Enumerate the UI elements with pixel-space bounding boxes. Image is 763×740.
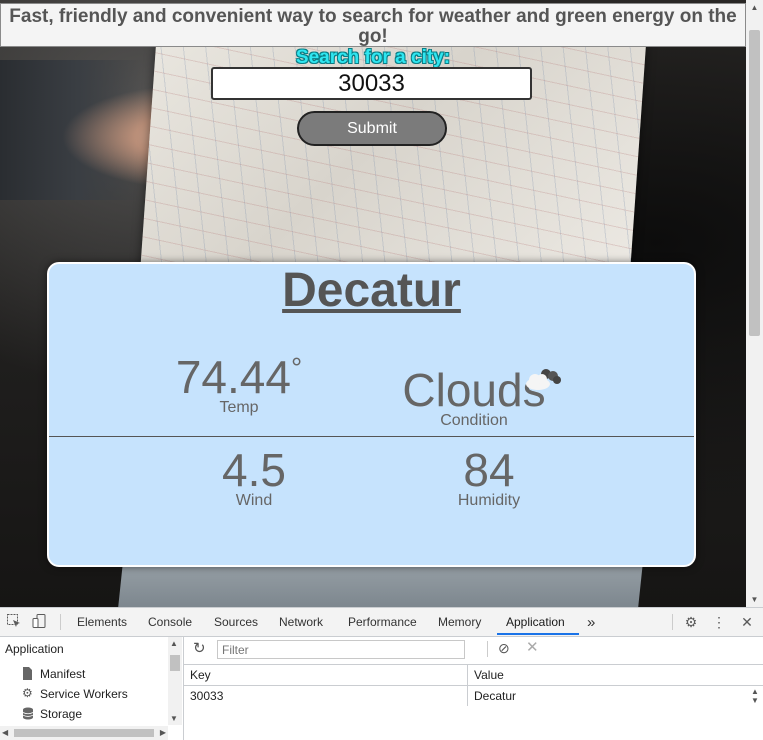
toolbar-separator — [487, 641, 488, 657]
page-viewport: Fast, friendly and convenient way to sea… — [0, 0, 746, 607]
page-header: Fast, friendly and convenient way to sea… — [0, 3, 746, 47]
scroll-left-arrow-icon[interactable]: ◀ — [2, 728, 8, 737]
city-search-input[interactable] — [211, 67, 532, 100]
sidebar-vertical-scrollbar[interactable]: ▲ ▼ — [168, 637, 182, 725]
temp-value: 74.44 — [175, 351, 291, 403]
delete-selected-icon[interactable]: ✕ — [526, 640, 542, 656]
column-header-value[interactable]: Value — [468, 665, 748, 685]
more-tabs-chevron-icon[interactable]: » — [587, 608, 595, 636]
scroll-up-arrow-icon[interactable]: ▲ — [749, 2, 760, 13]
table-scrollbar[interactable]: ▲ ▼ — [748, 687, 762, 713]
tab-console[interactable]: Console — [148, 608, 192, 636]
inspect-element-icon[interactable] — [5, 613, 23, 631]
sidebar-section-header: Application — [5, 642, 64, 656]
sidebar-hscroll-thumb[interactable] — [14, 729, 154, 737]
tab-network[interactable]: Network — [279, 608, 323, 636]
sidebar-horizontal-scrollbar[interactable]: ◀ ▶ — [0, 726, 168, 740]
table-header-row: Key Value — [184, 665, 763, 686]
settings-gear-icon[interactable]: ⚙ — [682, 613, 700, 631]
row-value-cell[interactable]: Decatur — [468, 686, 748, 706]
close-devtools-icon[interactable]: ✕ — [738, 613, 756, 631]
background-photo-map-lower — [116, 560, 644, 607]
page-scroll-thumb[interactable] — [749, 30, 760, 336]
scroll-down-arrow-icon[interactable]: ▼ — [170, 714, 178, 723]
degree-symbol: ° — [290, 352, 303, 383]
sidebar-scroll-thumb[interactable] — [170, 655, 180, 671]
sidebar-item-service-workers[interactable]: ⚙ Service Workers — [22, 687, 128, 702]
refresh-icon[interactable]: ↻ — [193, 641, 209, 657]
header-text: Fast, friendly and convenient way to sea… — [9, 6, 737, 47]
wind-metric: 4.5 Wind — [204, 447, 304, 509]
active-tab-indicator — [497, 633, 579, 635]
tab-performance[interactable]: Performance — [348, 608, 417, 636]
devtools-tabbar: Elements Console Sources Network Perform… — [0, 608, 763, 637]
temp-value-line: 74.44° — [169, 351, 309, 403]
database-icon — [22, 707, 35, 720]
devtools-panel: Elements Console Sources Network Perform… — [0, 607, 763, 740]
application-sidebar: Application Manifest ⚙ Service Workers S… — [0, 637, 184, 740]
sidebar-item-manifest[interactable]: Manifest — [23, 667, 86, 681]
city-name: Decatur — [282, 264, 461, 317]
tab-application[interactable]: Application — [506, 608, 565, 636]
clouds-icon — [526, 369, 561, 390]
humidity-value: 84 — [463, 444, 515, 496]
card-divider — [49, 436, 694, 437]
tab-memory[interactable]: Memory — [438, 608, 481, 636]
sidebar-item-label: Storage — [40, 707, 83, 721]
device-toolbar-icon[interactable] — [30, 613, 48, 631]
scroll-right-arrow-icon[interactable]: ▶ — [160, 728, 166, 737]
scroll-down-arrow-icon[interactable]: ▼ — [749, 594, 760, 605]
submit-button[interactable]: Submit — [297, 111, 447, 146]
row-key-cell[interactable]: 30033 — [184, 686, 468, 706]
scroll-up-arrow-icon[interactable]: ▲ — [170, 639, 178, 648]
file-icon — [22, 667, 35, 680]
scroll-down-arrow-icon[interactable]: ▼ — [748, 696, 762, 705]
humidity-label: Humidity — [457, 492, 521, 509]
toolbar-separator — [672, 614, 673, 630]
wind-label: Wind — [235, 492, 273, 509]
search-label: Search for a city: — [295, 47, 451, 68]
toolbar-separator — [60, 614, 61, 630]
table-row[interactable]: 30033 Decatur — [184, 686, 763, 706]
storage-table: Key Value 30033 Decatur ▲ ▼ — [184, 664, 763, 706]
tab-elements[interactable]: Elements — [77, 608, 127, 636]
temp-metric: 74.44° Temp — [169, 354, 309, 416]
page-scrollbar[interactable]: ▲ ▼ — [746, 0, 763, 607]
column-header-key[interactable]: Key — [184, 665, 468, 685]
scroll-up-arrow-icon[interactable]: ▲ — [748, 687, 762, 696]
humidity-metric: 84 Humidity — [439, 447, 539, 509]
wind-value: 4.5 — [222, 444, 286, 496]
more-options-kebab-icon[interactable]: ⋮ — [710, 613, 728, 631]
sidebar-item-label: Service Workers — [40, 687, 128, 701]
sidebar-item-storage[interactable]: Storage — [22, 707, 83, 721]
gear-icon: ⚙ — [22, 686, 33, 700]
tab-sources[interactable]: Sources — [214, 608, 258, 636]
filter-input[interactable] — [217, 640, 465, 659]
clear-all-icon[interactable]: ⊘ — [498, 640, 514, 656]
sidebar-item-label: Manifest — [40, 667, 86, 681]
weather-card: Decatur 74.44° Temp Clouds Condition 4.5… — [47, 262, 696, 567]
storage-viewer: ↻ ⊘ ✕ Key Value 30033 Decatur ▲ ▼ — [184, 637, 763, 740]
